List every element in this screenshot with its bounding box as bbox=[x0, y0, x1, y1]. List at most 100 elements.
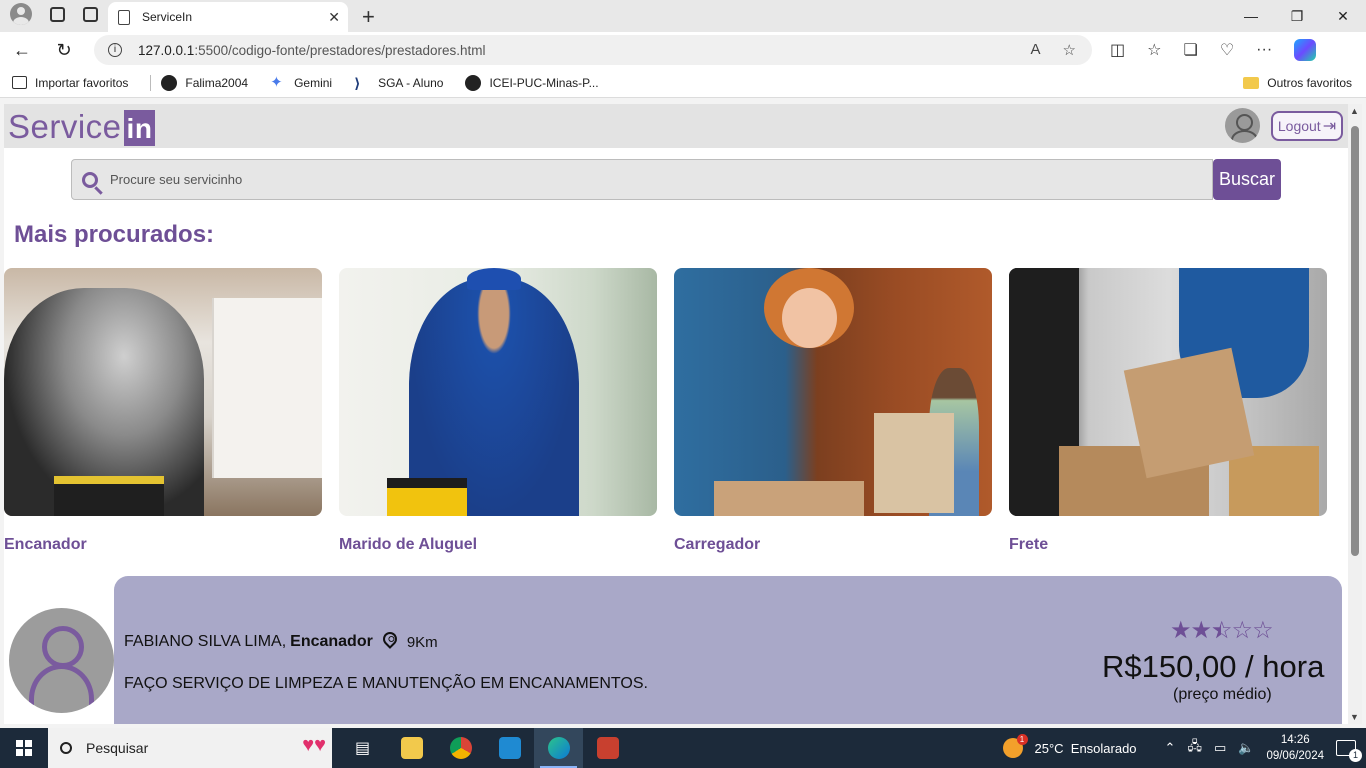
user-avatar-icon[interactable] bbox=[1225, 108, 1260, 143]
fav-falima[interactable]: Falima2004 bbox=[161, 74, 248, 91]
volume-icon[interactable]: 🔈 bbox=[1238, 740, 1254, 756]
scroll-up-icon[interactable]: ▲ bbox=[1350, 106, 1359, 116]
provider-distance: 9Km bbox=[406, 633, 438, 651]
edge-icon[interactable] bbox=[534, 728, 583, 768]
extensions-icon[interactable]: ♡ bbox=[1220, 40, 1234, 60]
provider-price: R$150,00 / hora bbox=[1102, 649, 1325, 684]
git-tool-icon[interactable] bbox=[583, 728, 632, 768]
star-empty-icon: ☆ bbox=[1231, 617, 1253, 644]
browser-tab[interactable]: ServiceIn ✕ bbox=[108, 2, 348, 32]
provider-description: FAÇO SERVIÇO DE LIMPEZA E MANUTENÇÃO EM … bbox=[124, 675, 648, 692]
favorites-icon[interactable]: ☆ bbox=[1147, 40, 1161, 60]
logout-icon: ⇥ bbox=[1322, 118, 1337, 135]
fav-sga[interactable]: ⟩ SGA - Aluno bbox=[354, 75, 443, 91]
url-host: 127.0.0.1 bbox=[138, 42, 195, 58]
service-card-encanador[interactable]: Encanador bbox=[4, 268, 322, 554]
windows-icon bbox=[16, 740, 32, 756]
star-icon[interactable]: ☆ bbox=[1063, 41, 1076, 59]
location-pin-icon bbox=[379, 629, 400, 649]
search-icon bbox=[60, 742, 72, 754]
other-favorites[interactable]: Outros favoritos bbox=[1243, 76, 1352, 90]
handyman-photo[interactable] bbox=[339, 268, 657, 516]
search-highlight-icon: ♥♥ bbox=[302, 734, 326, 756]
service-card-marido-de-aluguel[interactable]: Marido de Aluguel bbox=[339, 268, 657, 554]
weather-icon[interactable]: 1 bbox=[1002, 734, 1028, 758]
restore-icon[interactable]: ❐ bbox=[1274, 0, 1320, 32]
minimize-icon[interactable]: — bbox=[1228, 0, 1274, 32]
vscode-icon[interactable] bbox=[485, 728, 534, 768]
chrome-icon[interactable] bbox=[436, 728, 485, 768]
page-scrollbar[interactable]: ▲ ▼ bbox=[1348, 104, 1362, 724]
fav-gemini[interactable]: ✦ Gemini bbox=[270, 73, 332, 91]
windows-taskbar: Pesquisar ♥♥ ▤ 1 25°C Ensolarado ⌃ 🖧 ▭ 🔈… bbox=[0, 728, 1366, 768]
url-path: :5500/codigo-fonte/prestadores/prestador… bbox=[194, 42, 486, 58]
provider-name: FABIANO SILVA LIMA, bbox=[124, 633, 287, 650]
collections-icon[interactable]: ❏ bbox=[1183, 40, 1197, 60]
search-bar: Buscar bbox=[71, 159, 1281, 200]
copilot-icon[interactable] bbox=[1294, 39, 1317, 61]
service-label[interactable]: Marido de Aluguel bbox=[339, 536, 657, 554]
info-icon[interactable]: i bbox=[108, 43, 122, 57]
service-label[interactable]: Carregador bbox=[674, 536, 992, 554]
start-button[interactable] bbox=[0, 740, 48, 756]
scroll-thumb[interactable] bbox=[1351, 126, 1359, 556]
folder-icon bbox=[1243, 76, 1260, 89]
fav-icei[interactable]: ICEI-PUC-Minas-P... bbox=[465, 74, 599, 91]
github-icon bbox=[161, 74, 178, 91]
page-icon bbox=[118, 9, 130, 25]
profile-icon[interactable] bbox=[10, 3, 32, 25]
weather-text[interactable]: 25°C Ensolarado bbox=[1035, 741, 1137, 756]
tab-actions-icon[interactable] bbox=[83, 6, 98, 22]
workspaces-icon[interactable] bbox=[50, 6, 65, 22]
read-aloud-icon[interactable]: A bbox=[1031, 41, 1041, 59]
display-icon[interactable]: ▭ bbox=[1214, 740, 1226, 756]
service-card-carregador[interactable]: Carregador bbox=[674, 268, 992, 554]
sga-icon: ⟩ bbox=[354, 74, 361, 91]
chevron-up-icon[interactable]: ⌃ bbox=[1165, 740, 1176, 756]
fav-import[interactable]: Importar favoritos bbox=[12, 76, 128, 90]
star-half-icon: ☆★ bbox=[1211, 617, 1232, 644]
import-icon bbox=[12, 76, 27, 89]
popular-title: Mais procurados: bbox=[14, 221, 215, 248]
close-window-icon[interactable]: ✕ bbox=[1320, 0, 1366, 32]
new-tab-icon[interactable]: + bbox=[362, 2, 375, 32]
site-header: Service in Logout ⇥ bbox=[4, 104, 1348, 148]
plumber-photo[interactable] bbox=[4, 268, 322, 516]
search-button[interactable]: Buscar bbox=[1213, 159, 1281, 200]
price-note: (preço médio) bbox=[1173, 686, 1272, 703]
scroll-down-icon[interactable]: ▼ bbox=[1350, 712, 1359, 722]
service-label[interactable]: Encanador bbox=[4, 536, 322, 554]
mover-photo[interactable] bbox=[674, 268, 992, 516]
address-bar-row: ← ↻ i 127.0.0.1:5500/codigo-fonte/presta… bbox=[0, 32, 1366, 68]
gemini-icon: ✦ bbox=[270, 73, 283, 91]
search-box[interactable] bbox=[71, 159, 1213, 200]
back-icon[interactable]: ← bbox=[10, 40, 34, 61]
refresh-icon[interactable]: ↻ bbox=[52, 40, 76, 61]
logout-button[interactable]: Logout ⇥ bbox=[1271, 111, 1343, 141]
browser-tabbar: ServiceIn ✕ + — ❐ ✕ bbox=[0, 0, 1366, 32]
url-field[interactable]: i 127.0.0.1:5500/codigo-fonte/prestadore… bbox=[94, 35, 1092, 65]
provider-service: Encanador bbox=[290, 633, 373, 650]
taskbar-search[interactable]: Pesquisar ♥♥ bbox=[48, 728, 332, 768]
serviceIn-logo[interactable]: Service in bbox=[8, 108, 156, 146]
tab-title: ServiceIn bbox=[142, 10, 193, 24]
more-icon[interactable]: ··· bbox=[1256, 41, 1272, 59]
search-input[interactable] bbox=[110, 172, 1110, 187]
favorites-bar: Importar favoritos Falima2004 ✦ Gemini ⟩… bbox=[0, 68, 1366, 98]
provider-info: FABIANO SILVA LIMA, Encanador 9Km bbox=[124, 629, 438, 652]
service-card-frete[interactable]: Frete bbox=[1009, 268, 1327, 554]
task-view-icon[interactable]: ▤ bbox=[338, 728, 387, 768]
file-explorer-icon[interactable] bbox=[387, 728, 436, 768]
page-viewport: Servicein Logout ⇥ Buscar Mais procurado… bbox=[4, 104, 1348, 724]
close-tab-icon[interactable]: ✕ bbox=[328, 9, 340, 26]
service-label[interactable]: Frete bbox=[1009, 536, 1327, 554]
clock[interactable]: 14:26 09/06/2024 bbox=[1266, 732, 1324, 764]
popular-services: Encanador Marido de Aluguel Carregador F… bbox=[4, 268, 1327, 554]
notification-icon[interactable]: 1 bbox=[1336, 740, 1362, 762]
github-icon bbox=[465, 74, 482, 91]
rating-stars: ★★☆★☆☆ bbox=[1170, 616, 1274, 645]
split-screen-icon[interactable]: ◫ bbox=[1110, 40, 1125, 60]
divider bbox=[150, 74, 152, 91]
network-icon[interactable]: 🖧 bbox=[1187, 737, 1202, 759]
freight-photo[interactable] bbox=[1009, 268, 1327, 516]
